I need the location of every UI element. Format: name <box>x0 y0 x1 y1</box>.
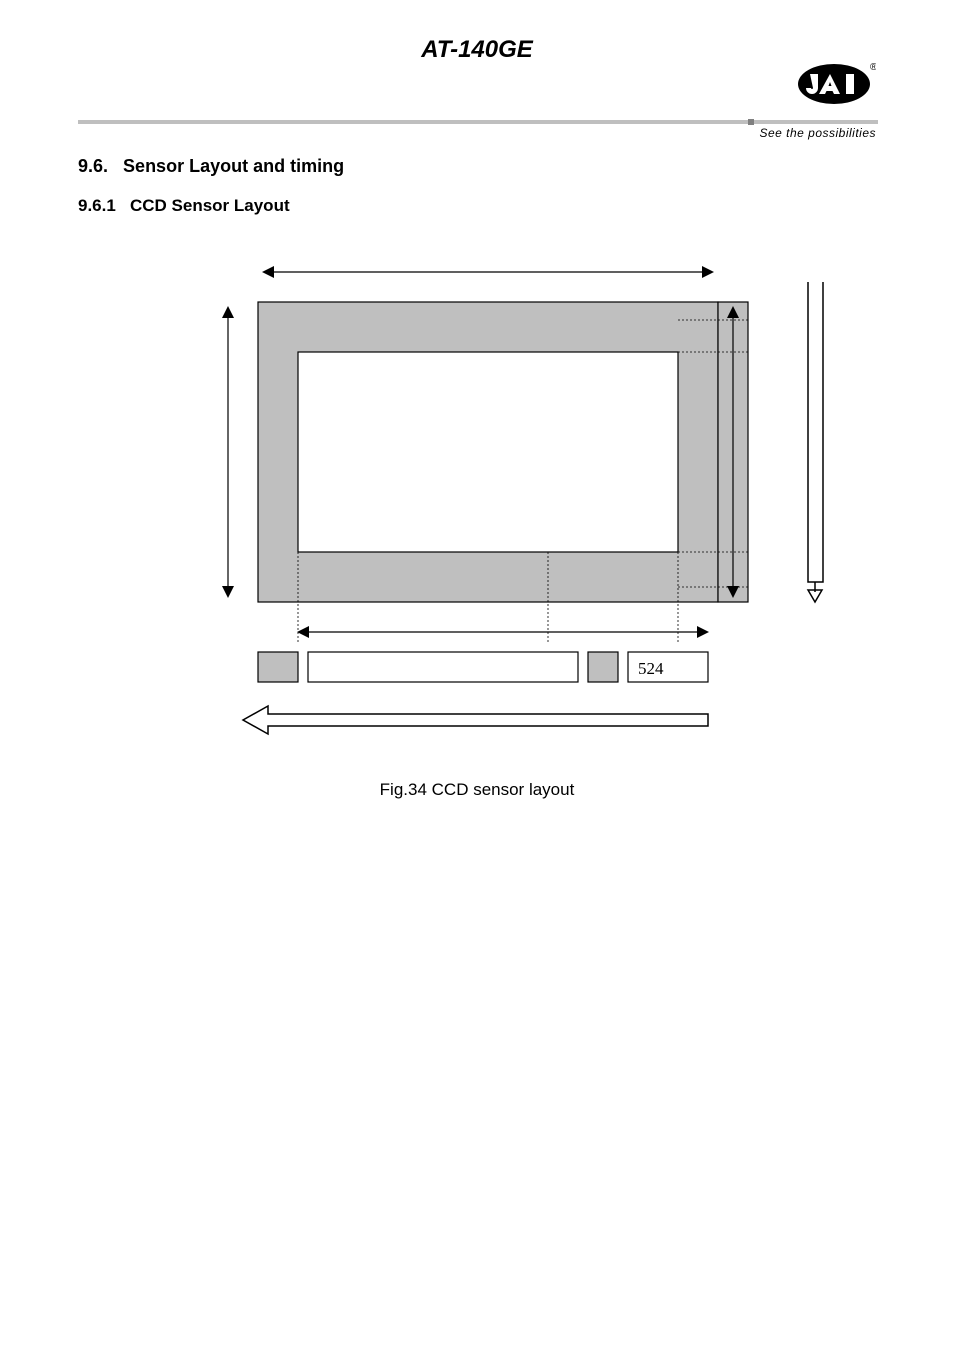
svg-text:®: ® <box>870 62 876 73</box>
jai-logo: ® <box>796 62 876 115</box>
section-title: Sensor Layout and timing <box>123 156 344 176</box>
section-number: 9.6. <box>78 156 108 176</box>
register-count-label: 524 <box>638 659 664 678</box>
logo-tagline: See the possibilities <box>759 126 876 140</box>
header-rule <box>78 120 878 124</box>
subsection-title: CCD Sensor Layout <box>130 196 290 215</box>
section-heading: 9.6. Sensor Layout and timing <box>78 156 344 177</box>
page-title: AT-140GE <box>0 36 954 64</box>
figure-caption: Fig.34 CCD sensor layout <box>0 780 954 800</box>
subsection-number: 9.6.1 <box>78 196 116 215</box>
subsection-heading: 9.6.1 CCD Sensor Layout <box>78 196 290 216</box>
header-rule-tick <box>748 119 754 125</box>
ccd-layout-figure: 524 <box>78 242 878 802</box>
